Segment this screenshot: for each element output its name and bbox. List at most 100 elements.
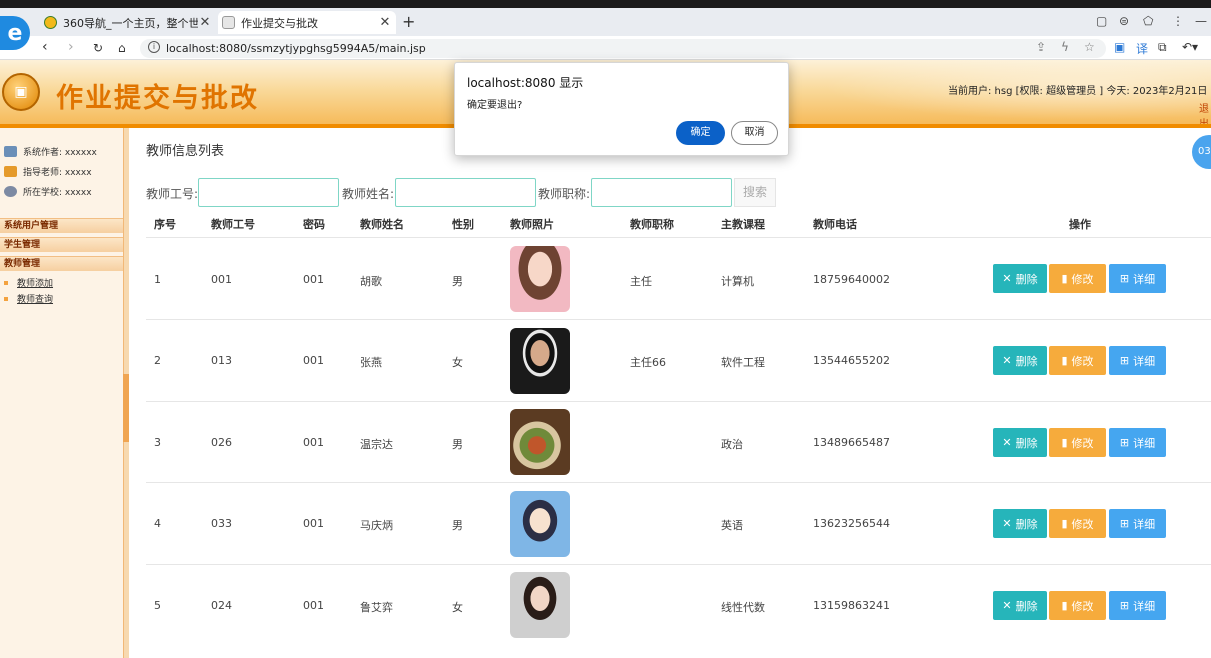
detail-label: 详细 bbox=[1133, 354, 1156, 368]
detail-button[interactable]: ⊞ 详细 bbox=[1109, 509, 1166, 538]
reload-icon[interactable]: ↻ bbox=[93, 41, 103, 55]
puzzle-icon[interactable]: ⧉ bbox=[1158, 40, 1167, 55]
page-title: 作业提交与批改 bbox=[56, 83, 259, 114]
home-icon[interactable]: ⌂ bbox=[118, 41, 126, 55]
edit-button[interactable]: ▮ 修改 bbox=[1049, 591, 1106, 620]
floating-timer-badge[interactable]: 03: bbox=[1192, 135, 1211, 169]
delete-button[interactable]: ✕ 删除 bbox=[993, 509, 1047, 538]
sidebar-toggle-icon[interactable]: ▢ bbox=[1096, 14, 1107, 28]
edit-icon: ▮ bbox=[1061, 517, 1068, 530]
detail-button[interactable]: ⊞ 详细 bbox=[1109, 428, 1166, 457]
sidebar-item-teacher-add[interactable]: 教师添加 bbox=[4, 276, 53, 289]
delete-button[interactable]: ✕ 删除 bbox=[993, 591, 1047, 620]
table-divider bbox=[146, 237, 1211, 238]
cell-phone: 13544655202 bbox=[813, 354, 890, 367]
teacher-no-input[interactable] bbox=[198, 178, 339, 207]
close-icon[interactable]: ✕ bbox=[198, 15, 212, 30]
column-header-teacher-no: 教师工号 bbox=[211, 218, 255, 231]
column-header-photo: 教师照片 bbox=[510, 218, 554, 231]
search-button[interactable]: 搜索 bbox=[734, 178, 776, 207]
detail-button[interactable]: ⊞ 详细 bbox=[1109, 591, 1166, 620]
sidebar-group-system-users[interactable]: 系统用户管理 bbox=[0, 218, 123, 233]
edit-button[interactable]: ▮ 修改 bbox=[1049, 509, 1106, 538]
table-divider bbox=[146, 482, 1211, 483]
browser-tab-360[interactable]: 360导航_一个主页，整个世界 ✕ bbox=[40, 11, 216, 34]
flash-icon[interactable]: ϟ bbox=[1061, 40, 1069, 54]
confirm-dialog: localhost:8080 显示 确定要退出? 确定 取消 bbox=[454, 62, 789, 156]
bullet-icon bbox=[4, 296, 8, 301]
translate-icon[interactable]: 译 bbox=[1136, 40, 1148, 57]
delete-button[interactable]: ✕ 删除 bbox=[993, 264, 1047, 293]
cell-gender: 女 bbox=[452, 356, 463, 369]
cell-title: 主任 bbox=[630, 275, 652, 288]
sidebar-link-label[interactable]: 教师添加 bbox=[17, 276, 53, 289]
sidebar-info-label: 指导老师: xxxxx bbox=[23, 168, 92, 178]
column-header-password: 密码 bbox=[303, 218, 325, 231]
column-header-seq: 序号 bbox=[154, 218, 176, 231]
close-icon: ✕ bbox=[1002, 436, 1012, 449]
teacher-name-input[interactable] bbox=[395, 178, 536, 207]
sidebar-item-teacher-query[interactable]: 教师查询 bbox=[4, 292, 53, 305]
cell-course: 政治 bbox=[721, 438, 743, 451]
detail-label: 详细 bbox=[1133, 517, 1156, 531]
screen-top-strip bbox=[0, 0, 1211, 8]
cell-course: 软件工程 bbox=[721, 356, 765, 369]
column-header-phone: 教师电话 bbox=[813, 218, 857, 231]
undo-icon[interactable]: ↶▾ bbox=[1182, 40, 1198, 54]
sidebar-collapse-handle[interactable] bbox=[123, 374, 129, 442]
detail-label: 详细 bbox=[1133, 599, 1156, 613]
user-info: 当前用户: hsg [权限: 超级管理员 ] 今天: 2023年2月21日 星期… bbox=[948, 86, 1211, 97]
close-icon[interactable]: ✕ bbox=[378, 15, 392, 30]
cell-password: 001 bbox=[303, 354, 324, 367]
star-icon[interactable]: ☆ bbox=[1084, 40, 1095, 54]
edit-icon: ▮ bbox=[1061, 354, 1068, 367]
back-icon[interactable]: ‹ bbox=[42, 39, 48, 55]
edit-button[interactable]: ▮ 修改 bbox=[1049, 428, 1106, 457]
extension-blue-icon[interactable]: ▣ bbox=[1114, 40, 1125, 54]
sidebar-link-label[interactable]: 教师查询 bbox=[17, 292, 53, 305]
edit-label: 修改 bbox=[1071, 354, 1094, 368]
table-divider bbox=[146, 319, 1211, 320]
delete-button[interactable]: ✕ 删除 bbox=[993, 346, 1047, 375]
detail-label: 详细 bbox=[1133, 272, 1156, 286]
dialog-cancel-button[interactable]: 取消 bbox=[731, 121, 778, 145]
sidebar-group-students[interactable]: 学生管理 bbox=[0, 237, 123, 252]
edit-button[interactable]: ▮ 修改 bbox=[1049, 264, 1106, 293]
menu-icon[interactable]: ⋮ bbox=[1172, 14, 1184, 28]
sidebar-group-teachers[interactable]: 教师管理 bbox=[0, 256, 123, 271]
cell-title: 主任66 bbox=[630, 356, 666, 369]
teacher-icon bbox=[4, 166, 17, 177]
detail-button[interactable]: ⊞ 详细 bbox=[1109, 346, 1166, 375]
cell-gender: 男 bbox=[452, 275, 463, 288]
detail-label: 详细 bbox=[1133, 436, 1156, 450]
minimize-icon[interactable]: — bbox=[1195, 14, 1207, 28]
dialog-ok-button[interactable]: 确定 bbox=[676, 121, 725, 145]
forward-icon[interactable]: › bbox=[68, 39, 74, 55]
360-favicon-icon bbox=[44, 16, 57, 29]
table-divider bbox=[146, 401, 1211, 402]
browser-tab-active[interactable]: 作业提交与批改 ✕ bbox=[218, 11, 396, 34]
cell-phone: 13623256544 bbox=[813, 517, 890, 530]
cell-password: 001 bbox=[303, 599, 324, 612]
sidebar-info-label: 所在学校: xxxxx bbox=[23, 188, 92, 198]
delete-button[interactable]: ✕ 删除 bbox=[993, 428, 1047, 457]
edit-icon: ▮ bbox=[1061, 599, 1068, 612]
cell-name: 胡歌 bbox=[360, 275, 382, 288]
cell-teacher-no: 001 bbox=[211, 273, 232, 286]
info-icon[interactable]: i bbox=[148, 41, 160, 53]
teacher-title-input[interactable] bbox=[591, 178, 732, 207]
delete-label: 删除 bbox=[1015, 354, 1038, 368]
share-icon[interactable]: ⇪ bbox=[1036, 40, 1046, 54]
new-tab-icon[interactable]: + bbox=[402, 12, 415, 31]
detail-button[interactable]: ⊞ 详细 bbox=[1109, 264, 1166, 293]
address-text[interactable]: localhost:8080/ssmzytjypghsg5994A5/main.… bbox=[166, 42, 426, 55]
tab-label: 作业提交与批改 bbox=[241, 16, 318, 30]
close-icon: ✕ bbox=[1002, 599, 1012, 612]
edit-button[interactable]: ▮ 修改 bbox=[1049, 346, 1106, 375]
extensions-icon[interactable]: ⬠ bbox=[1143, 14, 1153, 28]
school-icon bbox=[4, 186, 17, 197]
edit-label: 修改 bbox=[1071, 436, 1094, 450]
teacher-photo bbox=[510, 491, 570, 557]
teacher-photo bbox=[510, 409, 570, 475]
incognito-icon[interactable]: ⊜ bbox=[1119, 14, 1129, 28]
